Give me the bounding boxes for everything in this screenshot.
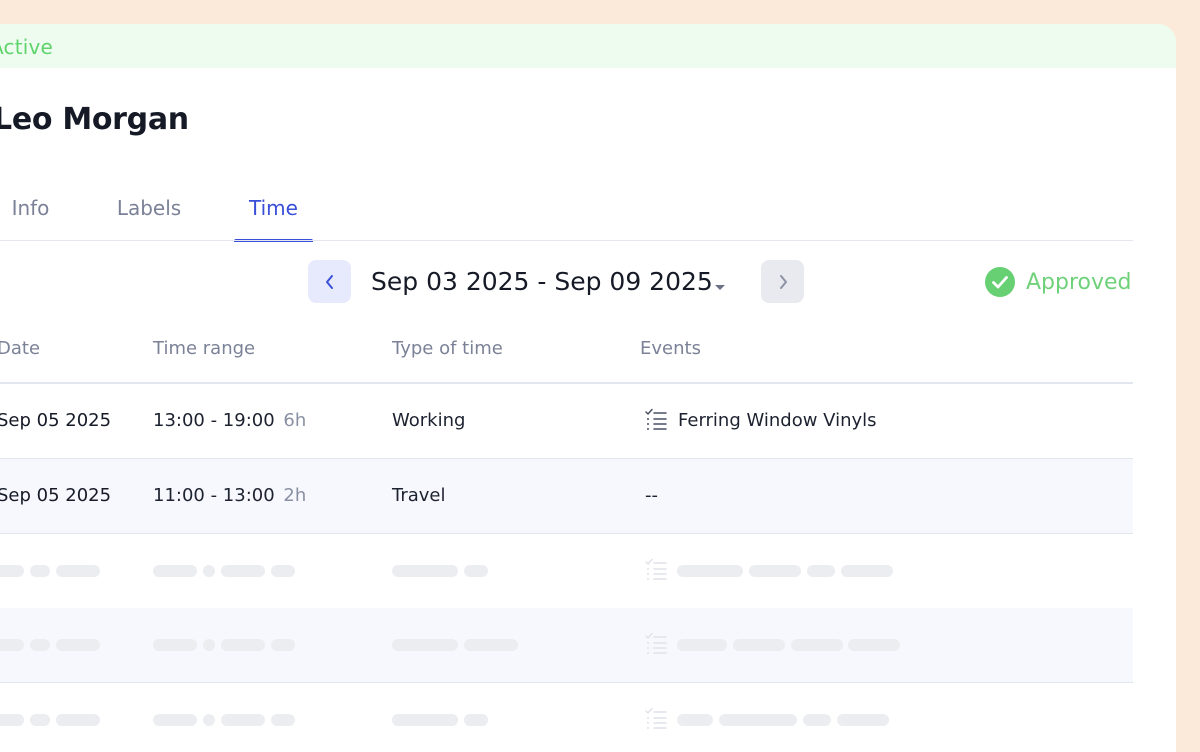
row-time-range-value: 13:00 - 19:00	[153, 410, 275, 431]
skeleton-bar	[203, 714, 215, 726]
skeleton-bar	[392, 565, 458, 577]
table-header: Date Time range Type of time Events	[0, 338, 1176, 384]
skeleton-bar	[221, 565, 265, 577]
skeleton-bar	[0, 565, 24, 577]
column-header-events: Events	[640, 338, 701, 359]
week-navigator: Sep 03 2025 - Sep 09 2025 Approved	[0, 260, 1176, 304]
status-banner: Active	[0, 24, 1176, 68]
caret-down-icon	[715, 285, 725, 290]
row-time-range: 11:00 - 13:00 2h	[153, 485, 306, 506]
skeleton-bar	[203, 565, 215, 577]
status-label: Active	[0, 35, 54, 59]
row-time-range-value: 11:00 - 13:00	[153, 485, 275, 506]
skeleton-bar	[203, 639, 215, 651]
skeleton-bar	[56, 639, 100, 651]
skeleton-bar	[153, 639, 197, 651]
skeleton-bar	[749, 565, 801, 577]
placeholder-row	[0, 534, 1133, 609]
table-row[interactable]: Sep 05 2025 13:00 - 19:00 6h Working Fer…	[0, 384, 1133, 459]
skeleton-bar	[221, 639, 265, 651]
row-duration: 2h	[283, 485, 307, 506]
row-event-label: Ferring Window Vinyls	[678, 409, 877, 431]
placeholder-row	[0, 608, 1133, 683]
tabs-divider	[0, 240, 1133, 241]
skeleton-bar	[271, 639, 295, 651]
checklist-icon	[644, 558, 668, 586]
week-range-label[interactable]: Sep 03 2025 - Sep 09 2025	[371, 267, 713, 296]
checklist-icon	[644, 707, 668, 735]
skeleton-bar	[271, 565, 295, 577]
skeleton-bar	[677, 639, 727, 651]
skeleton-bar	[677, 565, 743, 577]
row-date: Sep 05 2025	[0, 485, 112, 506]
skeleton-bar	[791, 639, 843, 651]
skeleton-bar	[803, 714, 831, 726]
checklist-icon	[644, 408, 668, 432]
row-date: Sep 05 2025	[0, 410, 112, 431]
table-row[interactable]: Sep 05 2025 11:00 - 13:00 2h Travel --	[0, 459, 1133, 534]
skeleton-bar	[30, 639, 50, 651]
row-type-of-time: Working	[392, 410, 466, 431]
skeleton-bar	[677, 714, 713, 726]
skeleton-bar	[719, 714, 797, 726]
skeleton-bar	[841, 565, 893, 577]
skeleton-bar	[221, 714, 265, 726]
skeleton-bar	[153, 565, 197, 577]
column-header-type-of-time: Type of time	[392, 338, 503, 359]
skeleton-bar	[56, 714, 100, 726]
skeleton-bar	[837, 714, 889, 726]
tab-labels-label: Labels	[116, 196, 182, 220]
check-circle-icon	[985, 267, 1015, 297]
row-duration: 6h	[283, 410, 307, 431]
tab-info[interactable]: Info	[0, 196, 61, 242]
column-header-date: Date	[0, 338, 41, 359]
previous-week-button[interactable]	[308, 260, 351, 303]
tab-time[interactable]: Time	[234, 196, 313, 242]
tab-labels[interactable]: Labels	[106, 196, 192, 242]
skeleton-bar	[0, 639, 24, 651]
skeleton-bar	[0, 714, 24, 726]
column-header-time-range: Time range	[153, 338, 256, 359]
tab-info-label: Info	[11, 196, 50, 220]
approval-status: Approved	[985, 266, 1132, 298]
employee-card: Active Leo Morgan Info Labels Time Sep 0…	[0, 24, 1176, 752]
tab-time-label: Time	[249, 196, 298, 220]
skeleton-bar	[153, 714, 197, 726]
skeleton-bar	[392, 639, 458, 651]
skeleton-bar	[807, 565, 835, 577]
skeleton-bar	[464, 639, 518, 651]
chevron-right-icon	[779, 274, 787, 289]
skeleton-bar	[30, 714, 50, 726]
approval-status-label: Approved	[1026, 269, 1132, 295]
placeholder-row	[0, 683, 1133, 752]
skeleton-bar	[56, 565, 100, 577]
week-range-dropdown[interactable]	[714, 277, 726, 296]
next-week-button[interactable]	[761, 260, 804, 303]
row-event: --	[645, 485, 658, 506]
row-time-range: 13:00 - 19:00 6h	[153, 410, 306, 431]
skeleton-bar	[464, 565, 488, 577]
skeleton-bar	[848, 639, 900, 651]
tab-bar: Info Labels Time	[0, 196, 1176, 242]
skeleton-bar	[271, 714, 295, 726]
checklist-icon	[644, 632, 668, 660]
row-event[interactable]: Ferring Window Vinyls	[644, 408, 877, 432]
skeleton-bar	[392, 714, 458, 726]
skeleton-bar	[733, 639, 785, 651]
skeleton-bar	[464, 714, 488, 726]
chevron-left-icon	[325, 274, 333, 289]
skeleton-bar	[30, 565, 50, 577]
page-title: Leo Morgan	[0, 102, 189, 137]
row-type-of-time: Travel	[392, 485, 446, 506]
